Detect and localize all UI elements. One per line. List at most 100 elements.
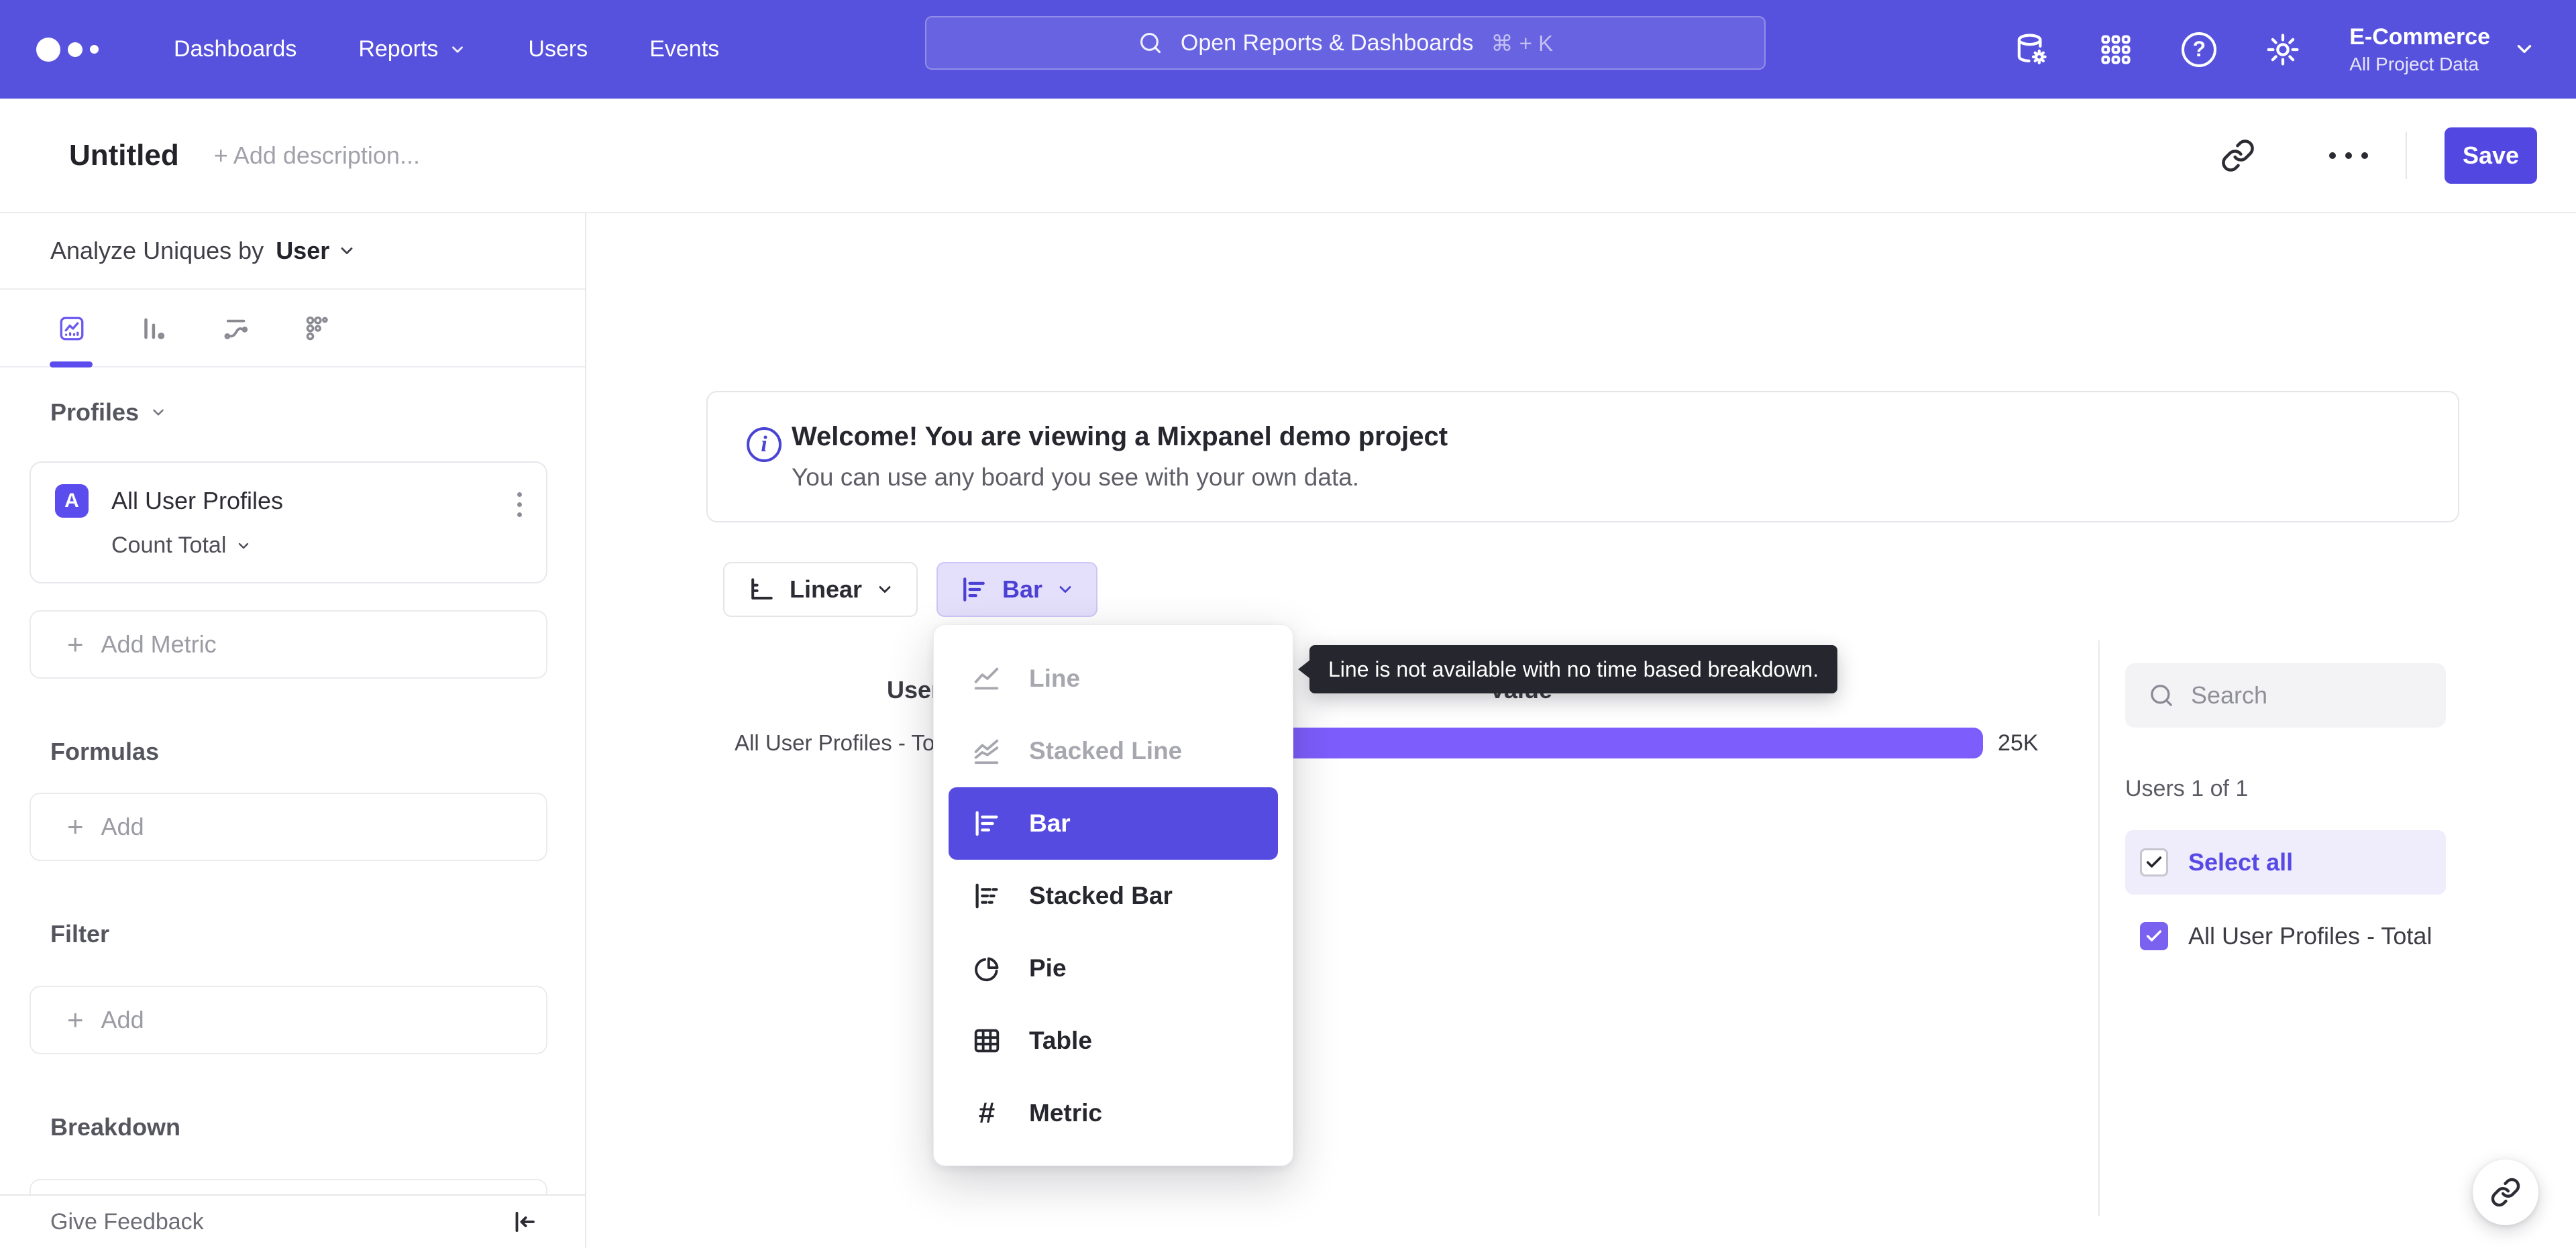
banner-subtitle: You can use any board you see with your … — [792, 463, 1360, 491]
tab-flows[interactable] — [222, 315, 250, 343]
dropdown-item-bar[interactable]: Bar — [949, 787, 1278, 860]
series-search-input[interactable] — [2191, 681, 2412, 710]
project-selector[interactable]: E-Commerce All Project Data — [2349, 23, 2536, 75]
info-glyph: i — [761, 432, 767, 457]
collapse-sidebar-icon[interactable] — [510, 1208, 538, 1236]
aggregation-dropdown[interactable]: Count Total — [111, 532, 546, 559]
profiles-section-header[interactable]: Profiles — [50, 398, 585, 427]
banner-title: Welcome! You are viewing a Mixpanel demo… — [792, 422, 1448, 451]
search-icon — [1140, 32, 1161, 54]
share-link-button[interactable] — [2473, 1159, 2538, 1225]
profiles-label: Profiles — [50, 398, 140, 426]
nav-item-reports[interactable]: Reports — [327, 36, 497, 62]
mixpanel-logo-icon[interactable] — [36, 37, 99, 62]
dropdown-item-pie[interactable]: Pie — [934, 932, 1293, 1005]
title-bar: Untitled + Add description... Save — [0, 99, 2576, 213]
chevron-down-icon — [452, 46, 464, 53]
copy-link-icon[interactable] — [2220, 138, 2255, 173]
tab-insights[interactable] — [58, 315, 86, 343]
info-icon: i — [747, 427, 782, 462]
select-all-label: Select all — [2188, 848, 2294, 876]
analyze-row: Analyze Uniques by User — [0, 213, 585, 290]
more-options-icon[interactable] — [2329, 152, 2368, 159]
chevron-down-icon — [2517, 45, 2532, 54]
check-icon — [2146, 930, 2162, 942]
dropdown-item-label: Line — [1029, 665, 1081, 692]
pie-chart-icon — [975, 957, 999, 982]
plus-icon: + — [67, 811, 84, 842]
add-formula-button[interactable]: + Add — [30, 793, 547, 861]
global-search-button[interactable]: Open Reports & Dashboards ⌘ + K — [925, 16, 1766, 70]
title-bar-actions: Save — [2220, 127, 2576, 184]
breakdown-label: Breakdown — [50, 1113, 181, 1141]
divider — [2098, 640, 2100, 1216]
nav-item-users[interactable]: Users — [497, 36, 619, 62]
flows-icon — [224, 319, 248, 339]
chevron-down-icon — [153, 409, 164, 416]
hash-icon: # — [978, 1096, 996, 1129]
settings-gear-icon[interactable] — [2265, 32, 2301, 68]
stacked-line-chart-icon — [974, 739, 999, 764]
nav-item-events[interactable]: Events — [619, 36, 750, 62]
chevron-down-icon — [1059, 586, 1071, 593]
apps-grid-icon[interactable] — [2098, 32, 2133, 67]
top-nav: Dashboards Reports Users Events Open Rep… — [0, 0, 2576, 99]
chevron-down-icon — [239, 543, 249, 549]
tab-funnels[interactable] — [139, 315, 167, 343]
help-icon[interactable]: ? — [2182, 32, 2217, 67]
dropdown-item-stacked-line[interactable]: Stacked Line — [934, 715, 1293, 787]
give-feedback-link[interactable]: Give Feedback — [50, 1209, 204, 1235]
metric-name[interactable]: All User Profiles — [111, 487, 283, 515]
metric-card[interactable]: A All User Profiles Count Total — [30, 461, 547, 583]
demo-project-banner: i Welcome! You are viewing a Mixpanel de… — [706, 391, 2459, 522]
retention-dots-icon — [306, 316, 328, 341]
filter-section-header: Filter — [50, 920, 585, 948]
series-search-box[interactable] — [2125, 663, 2446, 728]
nav-item-label: Events — [649, 36, 720, 62]
metric-letter-badge: A — [55, 484, 89, 518]
series-item-label: All User Profiles - Total — [2188, 922, 2432, 950]
series-count-label: Users 1 of 1 — [2125, 776, 2249, 801]
query-builder-sidebar: Analyze Uniques by User Profiles A All U… — [0, 213, 586, 1248]
dropdown-item-label: Stacked Bar — [1029, 882, 1173, 909]
tab-retention[interactable] — [303, 315, 331, 343]
nav-item-label: Users — [528, 36, 588, 62]
breakdown-section-header: Breakdown — [50, 1113, 585, 1141]
chart-type-selector-button[interactable]: Bar — [936, 562, 1097, 617]
metric-options-icon[interactable] — [517, 492, 522, 517]
sidebar-footer: Give Feedback — [0, 1194, 585, 1248]
analyze-entity-value: User — [276, 237, 330, 264]
add-filter-button[interactable]: + Add — [30, 986, 547, 1054]
add-label: Add — [101, 1006, 144, 1033]
bar-chart-icon — [963, 577, 985, 602]
scale-label: Linear — [789, 575, 863, 603]
add-metric-button[interactable]: + Add Metric — [30, 610, 547, 679]
dropdown-item-label: Table — [1029, 1027, 1092, 1054]
add-description-field[interactable]: + Add description... — [214, 141, 420, 170]
link-icon — [2491, 1178, 2520, 1207]
select-all-checkbox[interactable] — [2140, 848, 2168, 876]
select-all-row[interactable]: Select all — [2125, 830, 2446, 895]
active-tab-indicator — [50, 361, 93, 367]
search-placeholder: Open Reports & Dashboards — [1180, 30, 1474, 56]
analyze-entity-dropdown[interactable]: User — [276, 237, 356, 265]
dropdown-item-stacked-bar[interactable]: Stacked Bar — [934, 860, 1293, 932]
project-name: E-Commerce — [2349, 24, 2490, 50]
dropdown-item-line[interactable]: Line — [934, 642, 1293, 715]
series-item-row[interactable]: All User Profiles - Total — [2125, 905, 2446, 967]
chart-type-label: Bar — [1002, 575, 1043, 603]
dropdown-item-metric[interactable]: # Metric — [934, 1077, 1293, 1149]
chart-bar-value: 25K — [1998, 730, 2039, 756]
save-button[interactable]: Save — [2445, 127, 2537, 184]
line-chart-icon — [974, 667, 999, 690]
check-icon — [2146, 856, 2162, 868]
dropdown-item-table[interactable]: Table — [934, 1005, 1293, 1077]
chevron-down-icon — [341, 247, 353, 254]
series-checkbox[interactable] — [2140, 922, 2168, 950]
chart-row-label: All User Profiles - Total — [735, 730, 959, 755]
data-management-icon[interactable] — [2014, 32, 2050, 68]
nav-item-dashboards[interactable]: Dashboards — [143, 36, 327, 62]
scale-selector-button[interactable]: Linear — [723, 562, 918, 617]
nav-item-label: Dashboards — [174, 36, 297, 62]
report-title[interactable]: Untitled — [69, 139, 179, 172]
